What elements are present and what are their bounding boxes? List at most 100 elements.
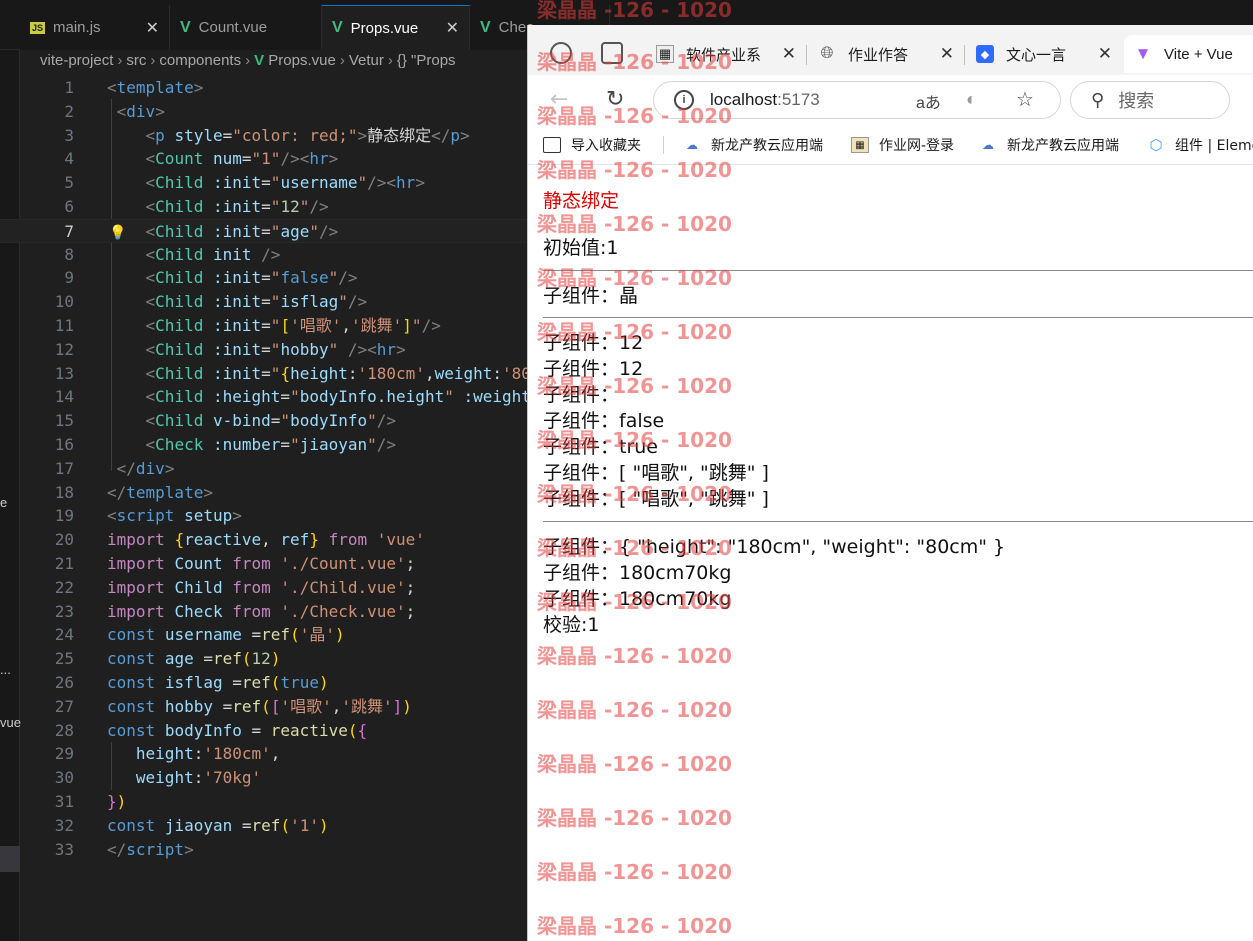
edge-extension-icon[interactable]: ◐: [966, 89, 977, 110]
cloud-icon: ☁: [982, 138, 994, 152]
check-output: 校验:1: [543, 614, 600, 636]
browser-tab-label: Vite + Vue: [1164, 45, 1233, 63]
code-line: 30 weight:'70kg': [0, 766, 530, 790]
line-number: 8: [64, 244, 74, 264]
line-number: 9: [64, 268, 74, 288]
refresh-icon[interactable]: ↻: [606, 87, 624, 112]
line-number: 6: [64, 196, 74, 216]
line-number: 33: [54, 839, 74, 859]
child-output: 子组件：[ "唱歌", "跳舞" ]: [543, 488, 769, 510]
child-output: 子组件：false: [543, 410, 665, 432]
line-number: 28: [54, 720, 74, 740]
tab-main-js[interactable]: JS main.js ✕: [20, 5, 170, 50]
breadcrumb-item[interactable]: Props.vue: [268, 52, 336, 69]
browser-tab-label: 作业作答: [848, 46, 909, 64]
url-port: :5173: [777, 90, 820, 109]
line-number: 26: [54, 672, 74, 692]
line-number: 17: [54, 458, 74, 478]
bookmark-item[interactable]: ⬡ 组件 | Eleme: [1147, 135, 1253, 155]
bookmark-label: 作业网-登录: [879, 138, 955, 154]
tab-label: main.js: [53, 19, 101, 36]
code-line: 18 </template>: [0, 481, 530, 505]
child-output: 子组件：180cm70kg: [543, 562, 732, 584]
close-icon[interactable]: ✕: [446, 18, 459, 38]
code-line: 17 </div>: [0, 457, 530, 481]
breadcrumb-item[interactable]: src: [126, 52, 146, 69]
workspaces-icon[interactable]: [550, 42, 572, 64]
code-line: 19 <script setup>: [0, 504, 530, 528]
divider: [543, 270, 1253, 271]
tab-label: Count.vue: [198, 19, 268, 36]
bookmark-item[interactable]: ☁ 新龙产教云应用端: [979, 135, 1119, 155]
bookmark-separator: [663, 136, 664, 154]
page-content: 静态绑定 初始值:1 子组件：晶 子组件：12 子组件：12 子组件： 子组件：…: [528, 166, 1253, 941]
line-number: 1: [64, 78, 74, 97]
browser-tab[interactable]: 🌐︎ 作业作答 ✕: [808, 35, 965, 73]
line-number: 13: [54, 363, 74, 383]
javascript-file-icon: JS: [30, 21, 46, 34]
vite-logo-icon: ▼: [1134, 44, 1152, 63]
child-output: 子组件：180cm70kg: [543, 588, 732, 610]
image-favicon-icon: ▦: [851, 137, 869, 153]
code-line: 4 <Count num="1"/><hr>: [0, 147, 530, 171]
read-aloud-icon[interactable]: aあ: [916, 89, 941, 113]
close-tab-icon[interactable]: ✕: [1098, 44, 1112, 64]
breadcrumb-item[interactable]: {} "Props: [397, 52, 456, 69]
breadcrumb-item[interactable]: Vetur: [349, 52, 384, 69]
back-arrow-icon[interactable]: ←: [550, 87, 568, 112]
breadcrumb-item[interactable]: vite-project: [40, 52, 113, 69]
code-line: 22 import Child from './Child.vue';: [0, 576, 530, 600]
close-tab-icon[interactable]: ✕: [940, 44, 954, 64]
close-icon[interactable]: ✕: [146, 18, 159, 38]
child-output: 子组件：12: [543, 332, 644, 354]
code-line: 20 import {reactive, ref} from 'vue': [0, 528, 530, 552]
tab-props-vue[interactable]: V Props.vue ✕: [322, 5, 470, 50]
divider: [543, 317, 1253, 318]
bookmark-item[interactable]: ▦ 作业网-登录: [851, 135, 954, 155]
code-line: 29 height:'180cm',: [0, 742, 530, 766]
line-number: 7: [64, 221, 74, 241]
code-line: 25 const age =ref(12): [0, 647, 530, 671]
browser-tab-active[interactable]: ▼ Vite + Vue: [1124, 35, 1253, 73]
code-line: 6 <Child :init="12"/>: [0, 195, 530, 219]
bookmark-import[interactable]: 导入收藏夹: [543, 135, 641, 155]
line-number: 23: [54, 601, 74, 621]
bookmarks-bar: 导入收藏夹 ☁ 新龙产教云应用端 ▦ 作业网-登录 ☁ 新龙产教云应用端 ⬡ 组…: [528, 125, 1253, 165]
site-info-icon[interactable]: i: [674, 90, 694, 110]
line-number: 14: [54, 387, 74, 407]
chevron-right-icon: ›: [387, 52, 393, 69]
line-number: 25: [54, 649, 74, 669]
bookmark-item[interactable]: ☁ 新龙产教云应用端: [683, 135, 823, 155]
browser-toolbar: ← ↻ i localhost:5173 aあ ◐ ☆ ⚲ 搜索: [528, 75, 1253, 125]
address-bar[interactable]: i localhost:5173 aあ ◐ ☆: [653, 81, 1061, 119]
tab-count-vue[interactable]: V Count.vue: [170, 5, 322, 50]
line-number: 22: [54, 577, 74, 597]
line-number: 18: [54, 482, 74, 502]
favorite-star-icon[interactable]: ☆: [1016, 87, 1034, 112]
child-output: 子组件：晶: [543, 285, 639, 307]
close-tab-icon[interactable]: ✕: [782, 44, 796, 64]
browser-tab-strip: ▦ 软件产业系 ✕ 🌐︎ 作业作答 ✕ ◆ 文心一言 ✕ ▼ Vite + Vu…: [528, 25, 1253, 75]
code-line: 21 import Count from './Count.vue';: [0, 552, 530, 576]
browser-search-box[interactable]: ⚲ 搜索: [1070, 81, 1230, 119]
tab-actions-icon[interactable]: [601, 42, 623, 64]
search-icon: ⚲: [1091, 89, 1105, 111]
browser-tab[interactable]: ◆ 文心一言 ✕: [966, 35, 1122, 73]
line-number: 16: [54, 434, 74, 454]
child-output: 子组件：12: [543, 358, 644, 380]
breadcrumb-item[interactable]: components: [159, 52, 241, 69]
code-line: 28 const bodyInfo = reactive({: [0, 719, 530, 743]
code-line: 27 const hobby =ref(['唱歌','跳舞']): [0, 695, 530, 719]
vue-file-icon: V: [254, 52, 269, 69]
divider: [543, 521, 1253, 522]
vue-file-icon: V: [480, 18, 491, 36]
code-area[interactable]: 1 <template> 2 <div> 3 <p style="color: r…: [0, 76, 531, 862]
line-number: 32: [54, 815, 74, 835]
url-host: localhost: [710, 90, 778, 109]
code-line: 31}): [0, 790, 530, 814]
code-line: 16 <Check :number="jiaoyan"/>: [0, 433, 530, 457]
line-number: 30: [54, 768, 74, 788]
code-line: 33 </script>: [0, 838, 530, 862]
browser-tab[interactable]: ▦ 软件产业系 ✕: [646, 35, 807, 73]
folder-import-icon: [543, 137, 561, 153]
